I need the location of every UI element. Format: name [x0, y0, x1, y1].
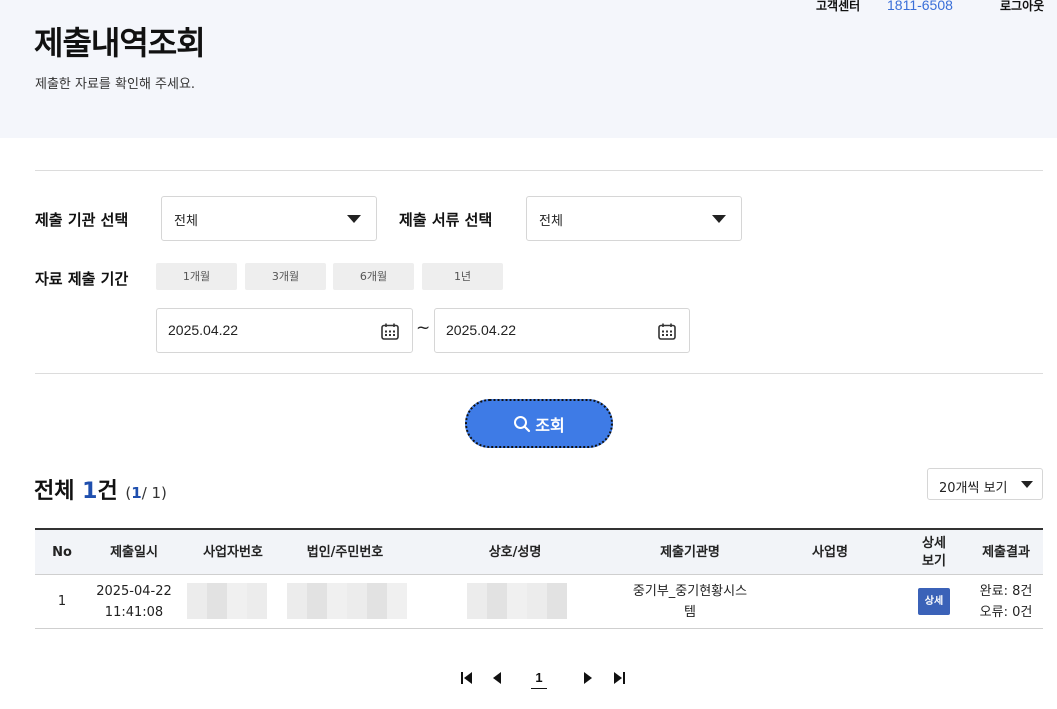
col-result: 제출결과 — [982, 544, 1030, 560]
period-3month-button[interactable]: 3개월 — [245, 263, 326, 290]
period-label: 자료 제출 기간 — [35, 270, 129, 288]
cell-date-line1: 2025-04-22 — [96, 583, 172, 599]
col-project: 사업명 — [812, 544, 848, 560]
chevron-down-icon — [347, 215, 361, 223]
cell-no: 1 — [57, 594, 67, 609]
table-row: 1 2025-04-22 11:41:08 중기부_중기현황시스 템 상세 완료… — [35, 575, 1043, 629]
logout-link[interactable]: 로그아웃 — [1000, 0, 1044, 14]
period-1year-button[interactable]: 1년 — [422, 263, 503, 290]
col-org: 제출기관명 — [660, 544, 720, 560]
calendar-icon[interactable] — [658, 323, 676, 340]
result-error: 오류: 0건 — [979, 604, 1033, 620]
table-header: No 제출일시 사업자번호 법인/주민번호 상호/성명 제출기관명 사업명 상세… — [35, 528, 1043, 575]
period-1month-button[interactable]: 1개월 — [156, 263, 237, 290]
col-detail-line2: 보기 — [922, 553, 946, 569]
org-select[interactable]: 전체 — [161, 196, 377, 241]
prev-page-icon[interactable] — [490, 671, 504, 685]
doc-select[interactable]: 전체 — [526, 196, 742, 241]
divider-top — [35, 170, 1043, 171]
total-prefix: 전체 — [34, 479, 75, 504]
date-from-value: 2025.04.22 — [168, 322, 239, 338]
col-detail: 상세 보기 — [909, 530, 959, 575]
cell-date: 2025-04-22 11:41:08 — [89, 575, 179, 628]
page-subtitle: 제출한 자료를 확인해 주세요. — [35, 77, 196, 92]
page-number-current[interactable]: 1 — [531, 670, 547, 689]
period-6month-button[interactable]: 6개월 — [333, 263, 414, 290]
result-summary: 전체 1건 (1/ 1) — [34, 473, 167, 505]
col-corp-no: 법인/주민번호 — [306, 544, 384, 560]
total-suffix: 건 — [97, 479, 118, 504]
col-no: No — [52, 544, 72, 560]
customer-center-label: 고객센터 — [816, 0, 861, 13]
chevron-down-icon — [1021, 481, 1033, 488]
redacted-biz-no — [187, 583, 267, 619]
col-detail-line1: 상세 — [922, 535, 946, 551]
search-button[interactable]: 조회 — [465, 399, 613, 448]
redacted-corp-no — [287, 583, 407, 619]
detail-button[interactable]: 상세 — [917, 588, 951, 615]
date-to-field[interactable]: 2025.04.22 — [434, 308, 690, 353]
redacted-name — [467, 583, 567, 619]
calendar-icon[interactable] — [381, 323, 399, 340]
page-title: 제출내역조회 — [34, 24, 206, 62]
first-page-icon[interactable] — [460, 671, 474, 685]
doc-select-value: 전체 — [539, 214, 563, 229]
cell-result: 완료: 8건 오류: 0건 — [969, 575, 1043, 628]
total-count: 1 — [82, 479, 98, 504]
cell-date-line2: 11:41:08 — [104, 604, 164, 620]
org-select-label: 제출 기관 선택 — [35, 211, 129, 229]
org-select-value: 전체 — [174, 214, 198, 229]
date-from-field[interactable]: 2025.04.22 — [156, 308, 413, 353]
col-biz-no: 사업자번호 — [203, 544, 263, 560]
search-icon — [514, 415, 531, 432]
page-indicator-rest: / 1) — [141, 484, 167, 502]
cell-project — [795, 575, 865, 628]
per-page-select[interactable]: 20개씩 보기 — [927, 468, 1043, 500]
divider-bottom — [35, 373, 1043, 374]
page-indicator-current: 1 — [131, 484, 142, 502]
date-to-value: 2025.04.22 — [446, 322, 517, 338]
chevron-down-icon — [712, 215, 726, 223]
per-page-value: 20개씩 보기 — [939, 481, 1008, 496]
last-page-icon[interactable] — [612, 671, 626, 685]
next-page-icon[interactable] — [581, 671, 595, 685]
customer-center-phone[interactable]: 1811-6508 — [887, 0, 953, 13]
cell-org: 중기부_중기현황시스 템 — [610, 575, 770, 628]
col-name: 상호/성명 — [488, 544, 542, 560]
date-separator: ~ — [416, 318, 431, 338]
search-button-label: 조회 — [535, 415, 565, 435]
cell-detail: 상세 — [909, 575, 959, 628]
cell-org-line1: 중기부_중기현황시스 — [632, 583, 748, 599]
result-success: 완료: 8건 — [979, 583, 1033, 599]
doc-select-label: 제출 서류 선택 — [399, 211, 493, 229]
cell-org-line2: 템 — [684, 604, 696, 620]
page-indicator: (1/ 1) — [125, 484, 167, 502]
col-date: 제출일시 — [110, 544, 158, 560]
